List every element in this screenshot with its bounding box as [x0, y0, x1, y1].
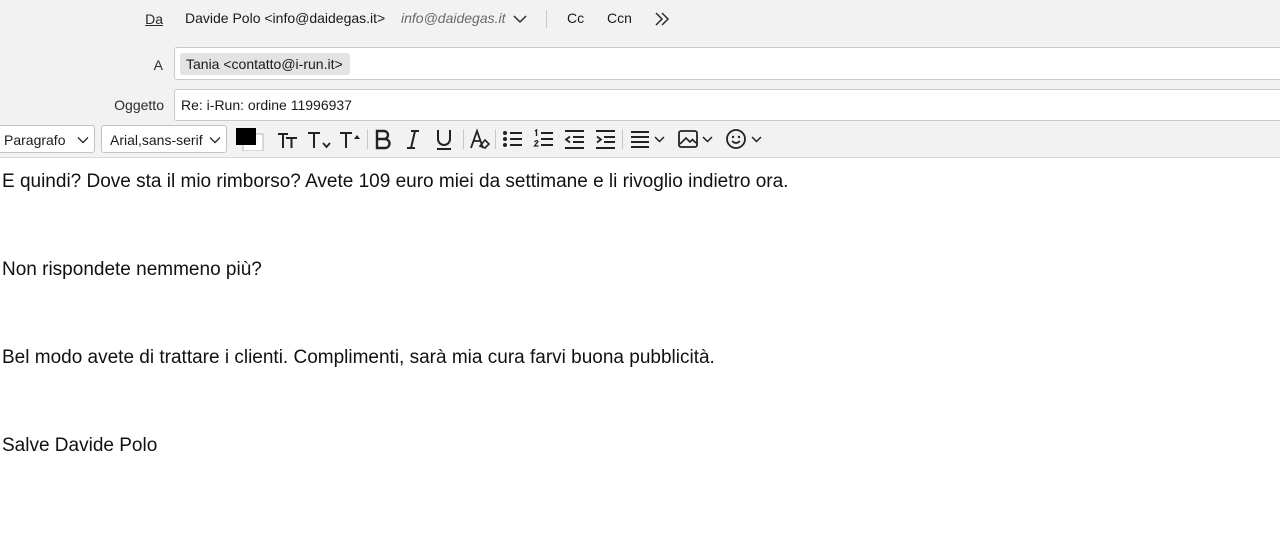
align-icon[interactable]: [629, 127, 669, 151]
insert-image-icon[interactable]: [677, 127, 717, 151]
message-body[interactable]: E quindi? Dove sta il mio rimborso? Avet…: [0, 158, 1280, 556]
subject-field[interactable]: Re: i-Run: ordine 11996937: [174, 89, 1280, 121]
to-field[interactable]: Tania <contatto@i-run.it>: [174, 47, 1280, 80]
body-paragraph: E quindi? Dove sta il mio rimborso? Avet…: [2, 171, 789, 192]
text-color-swatch: [236, 128, 256, 145]
text-color-swatch-icon[interactable]: [234, 127, 268, 151]
font-family-value: Arial,sans-serif: [110, 132, 203, 148]
formatting-toolbar: Paragrafo Arial,sans-serif: [0, 122, 1280, 158]
decrease-size-icon[interactable]: [306, 127, 332, 151]
bullet-list-icon[interactable]: [501, 127, 523, 151]
chevron-down-icon: [209, 137, 221, 144]
body-paragraph: Salve Davide Polo: [2, 435, 158, 456]
from-select[interactable]: Davide Polo <info@daidegas.it>: [185, 10, 385, 26]
bold-icon[interactable]: [372, 127, 394, 151]
font-size-icon[interactable]: [276, 127, 300, 151]
body-paragraph: Bel modo avete di trattare i clienti. Co…: [2, 347, 715, 368]
underline-icon[interactable]: [433, 127, 455, 151]
paragraph-format-select[interactable]: Paragrafo: [0, 125, 95, 153]
clear-format-icon[interactable]: [468, 127, 490, 151]
outdent-icon[interactable]: [563, 127, 585, 151]
ccn-button[interactable]: Ccn: [607, 10, 632, 26]
body-paragraph: Non rispondete nemmeno più?: [2, 259, 262, 280]
emoji-icon[interactable]: [725, 127, 765, 151]
subject-label: Oggetto: [114, 97, 164, 113]
paragraph-format-value: Paragrafo: [4, 132, 66, 148]
subject-input[interactable]: Re: i-Run: ordine 11996937: [181, 97, 352, 113]
italic-icon[interactable]: [402, 127, 424, 151]
chevron-down-icon: [77, 137, 89, 144]
font-family-select[interactable]: Arial,sans-serif: [101, 125, 227, 153]
compose-header: Da Davide Polo <info@daidegas.it> info@d…: [0, 0, 1280, 122]
numbered-list-icon[interactable]: [532, 127, 554, 151]
toolbar-divider: [463, 129, 464, 149]
recipient-pill[interactable]: Tania <contatto@i-run.it>: [180, 53, 350, 75]
toolbar-divider: [495, 129, 496, 149]
toolbar-divider: [367, 129, 368, 149]
toolbar-divider: [622, 129, 623, 149]
cc-button[interactable]: Cc: [567, 10, 584, 26]
to-label: A: [153, 57, 163, 73]
chevron-down-icon[interactable]: [512, 11, 528, 27]
more-fields-icon[interactable]: [653, 10, 671, 28]
from-identity[interactable]: info@daidegas.it: [401, 10, 506, 26]
indent-icon[interactable]: [594, 127, 616, 151]
increase-size-icon[interactable]: [338, 127, 362, 151]
from-label: Da: [145, 11, 163, 27]
header-divider: [546, 10, 547, 28]
